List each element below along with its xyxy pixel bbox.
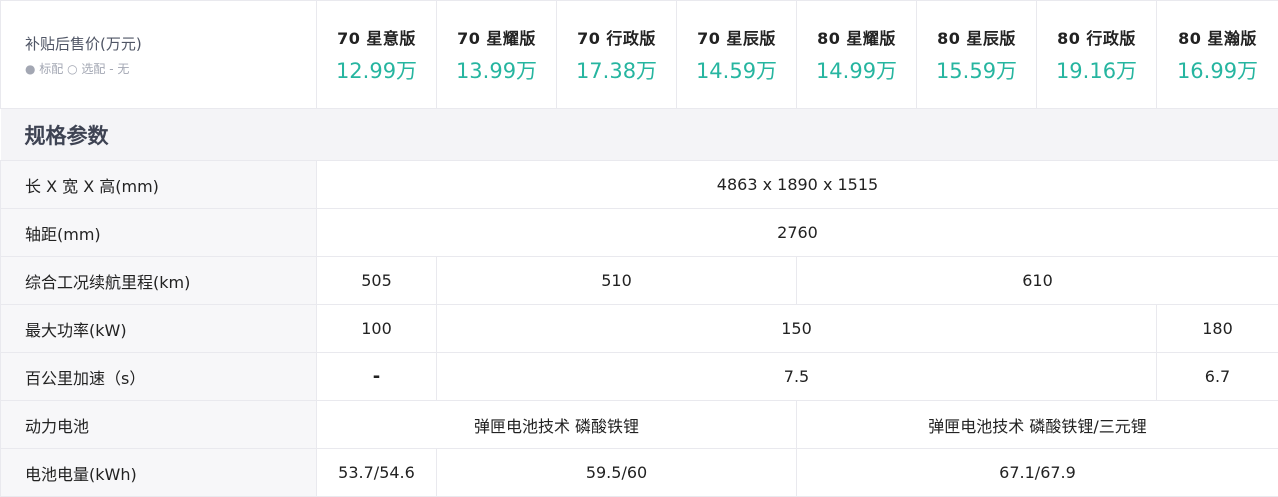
spec-value: 510	[437, 257, 797, 305]
model-column-header[interactable]: 70 星辰版 14.59万	[677, 1, 797, 109]
model-column-header[interactable]: 80 星辰版 15.59万	[917, 1, 1037, 109]
model-price: 12.99万	[317, 55, 436, 85]
table-row: 最大功率(kW) 100 150 180	[1, 305, 1278, 353]
spec-value: 180	[1157, 305, 1278, 353]
spec-comparison-table: 补贴后售价(万元) ● 标配 ○ 选配 - 无 70 星意版 12.99万 70…	[0, 0, 1278, 497]
model-column-header[interactable]: 80 星瀚版 16.99万	[1157, 1, 1278, 109]
price-header-cell: 补贴后售价(万元) ● 标配 ○ 选配 - 无	[1, 1, 317, 109]
spec-value: 505	[317, 257, 437, 305]
spec-legend: ● 标配 ○ 选配 - 无	[25, 60, 316, 77]
spec-value: 100	[317, 305, 437, 353]
table-row: 轴距(mm) 2760	[1, 209, 1278, 257]
spec-value: 弹匣电池技术 磷酸铁锂	[317, 401, 797, 449]
model-price: 15.59万	[917, 55, 1036, 85]
model-price: 13.99万	[437, 55, 556, 85]
model-price: 14.59万	[677, 55, 796, 85]
section-header-row: 规格参数	[1, 109, 1278, 161]
row-label: 轴距(mm)	[1, 209, 317, 257]
spec-value-none: -	[317, 353, 437, 401]
spec-value: 6.7	[1157, 353, 1278, 401]
spec-value: 150	[437, 305, 1157, 353]
model-column-header[interactable]: 70 星耀版 13.99万	[437, 1, 557, 109]
model-price: 19.16万	[1037, 55, 1156, 85]
model-name: 70 星辰版	[677, 25, 796, 49]
model-name: 70 星耀版	[437, 25, 556, 49]
model-price: 16.99万	[1157, 55, 1278, 85]
spec-value: 610	[797, 257, 1278, 305]
model-price: 14.99万	[797, 55, 916, 85]
model-name: 80 行政版	[1037, 25, 1156, 49]
model-name: 70 星意版	[317, 25, 436, 49]
row-label: 电池电量(kWh)	[1, 449, 317, 497]
model-name: 80 星耀版	[797, 25, 916, 49]
table-row: 动力电池 弹匣电池技术 磷酸铁锂 弹匣电池技术 磷酸铁锂/三元锂	[1, 401, 1278, 449]
spec-value: 4863 x 1890 x 1515	[317, 161, 1278, 209]
spec-value: 2760	[317, 209, 1278, 257]
model-column-header[interactable]: 80 行政版 19.16万	[1037, 1, 1157, 109]
model-column-header[interactable]: 70 星意版 12.99万	[317, 1, 437, 109]
spec-value: 7.5	[437, 353, 1157, 401]
model-column-header[interactable]: 80 星耀版 14.99万	[797, 1, 917, 109]
model-column-header[interactable]: 70 行政版 17.38万	[557, 1, 677, 109]
model-name: 80 星瀚版	[1157, 25, 1278, 49]
table-row: 电池电量(kWh) 53.7/54.6 59.5/60 67.1/67.9	[1, 449, 1278, 497]
table-row: 长 X 宽 X 高(mm) 4863 x 1890 x 1515	[1, 161, 1278, 209]
model-name: 80 星辰版	[917, 25, 1036, 49]
row-label: 综合工况续航里程(km)	[1, 257, 317, 305]
row-label: 长 X 宽 X 高(mm)	[1, 161, 317, 209]
spec-value: 67.1/67.9	[797, 449, 1278, 497]
spec-value: 59.5/60	[437, 449, 797, 497]
row-label: 最大功率(kW)	[1, 305, 317, 353]
spec-value: 弹匣电池技术 磷酸铁锂/三元锂	[797, 401, 1278, 449]
spec-value: 53.7/54.6	[317, 449, 437, 497]
price-header-title: 补贴后售价(万元)	[25, 33, 316, 54]
model-header-row: 补贴后售价(万元) ● 标配 ○ 选配 - 无 70 星意版 12.99万 70…	[1, 1, 1278, 109]
table-row: 综合工况续航里程(km) 505 510 610	[1, 257, 1278, 305]
row-label: 百公里加速（s）	[1, 353, 317, 401]
row-label: 动力电池	[1, 401, 317, 449]
table-row: 百公里加速（s） - 7.5 6.7	[1, 353, 1278, 401]
model-price: 17.38万	[557, 55, 676, 85]
section-title: 规格参数	[1, 109, 1278, 161]
model-name: 70 行政版	[557, 25, 676, 49]
